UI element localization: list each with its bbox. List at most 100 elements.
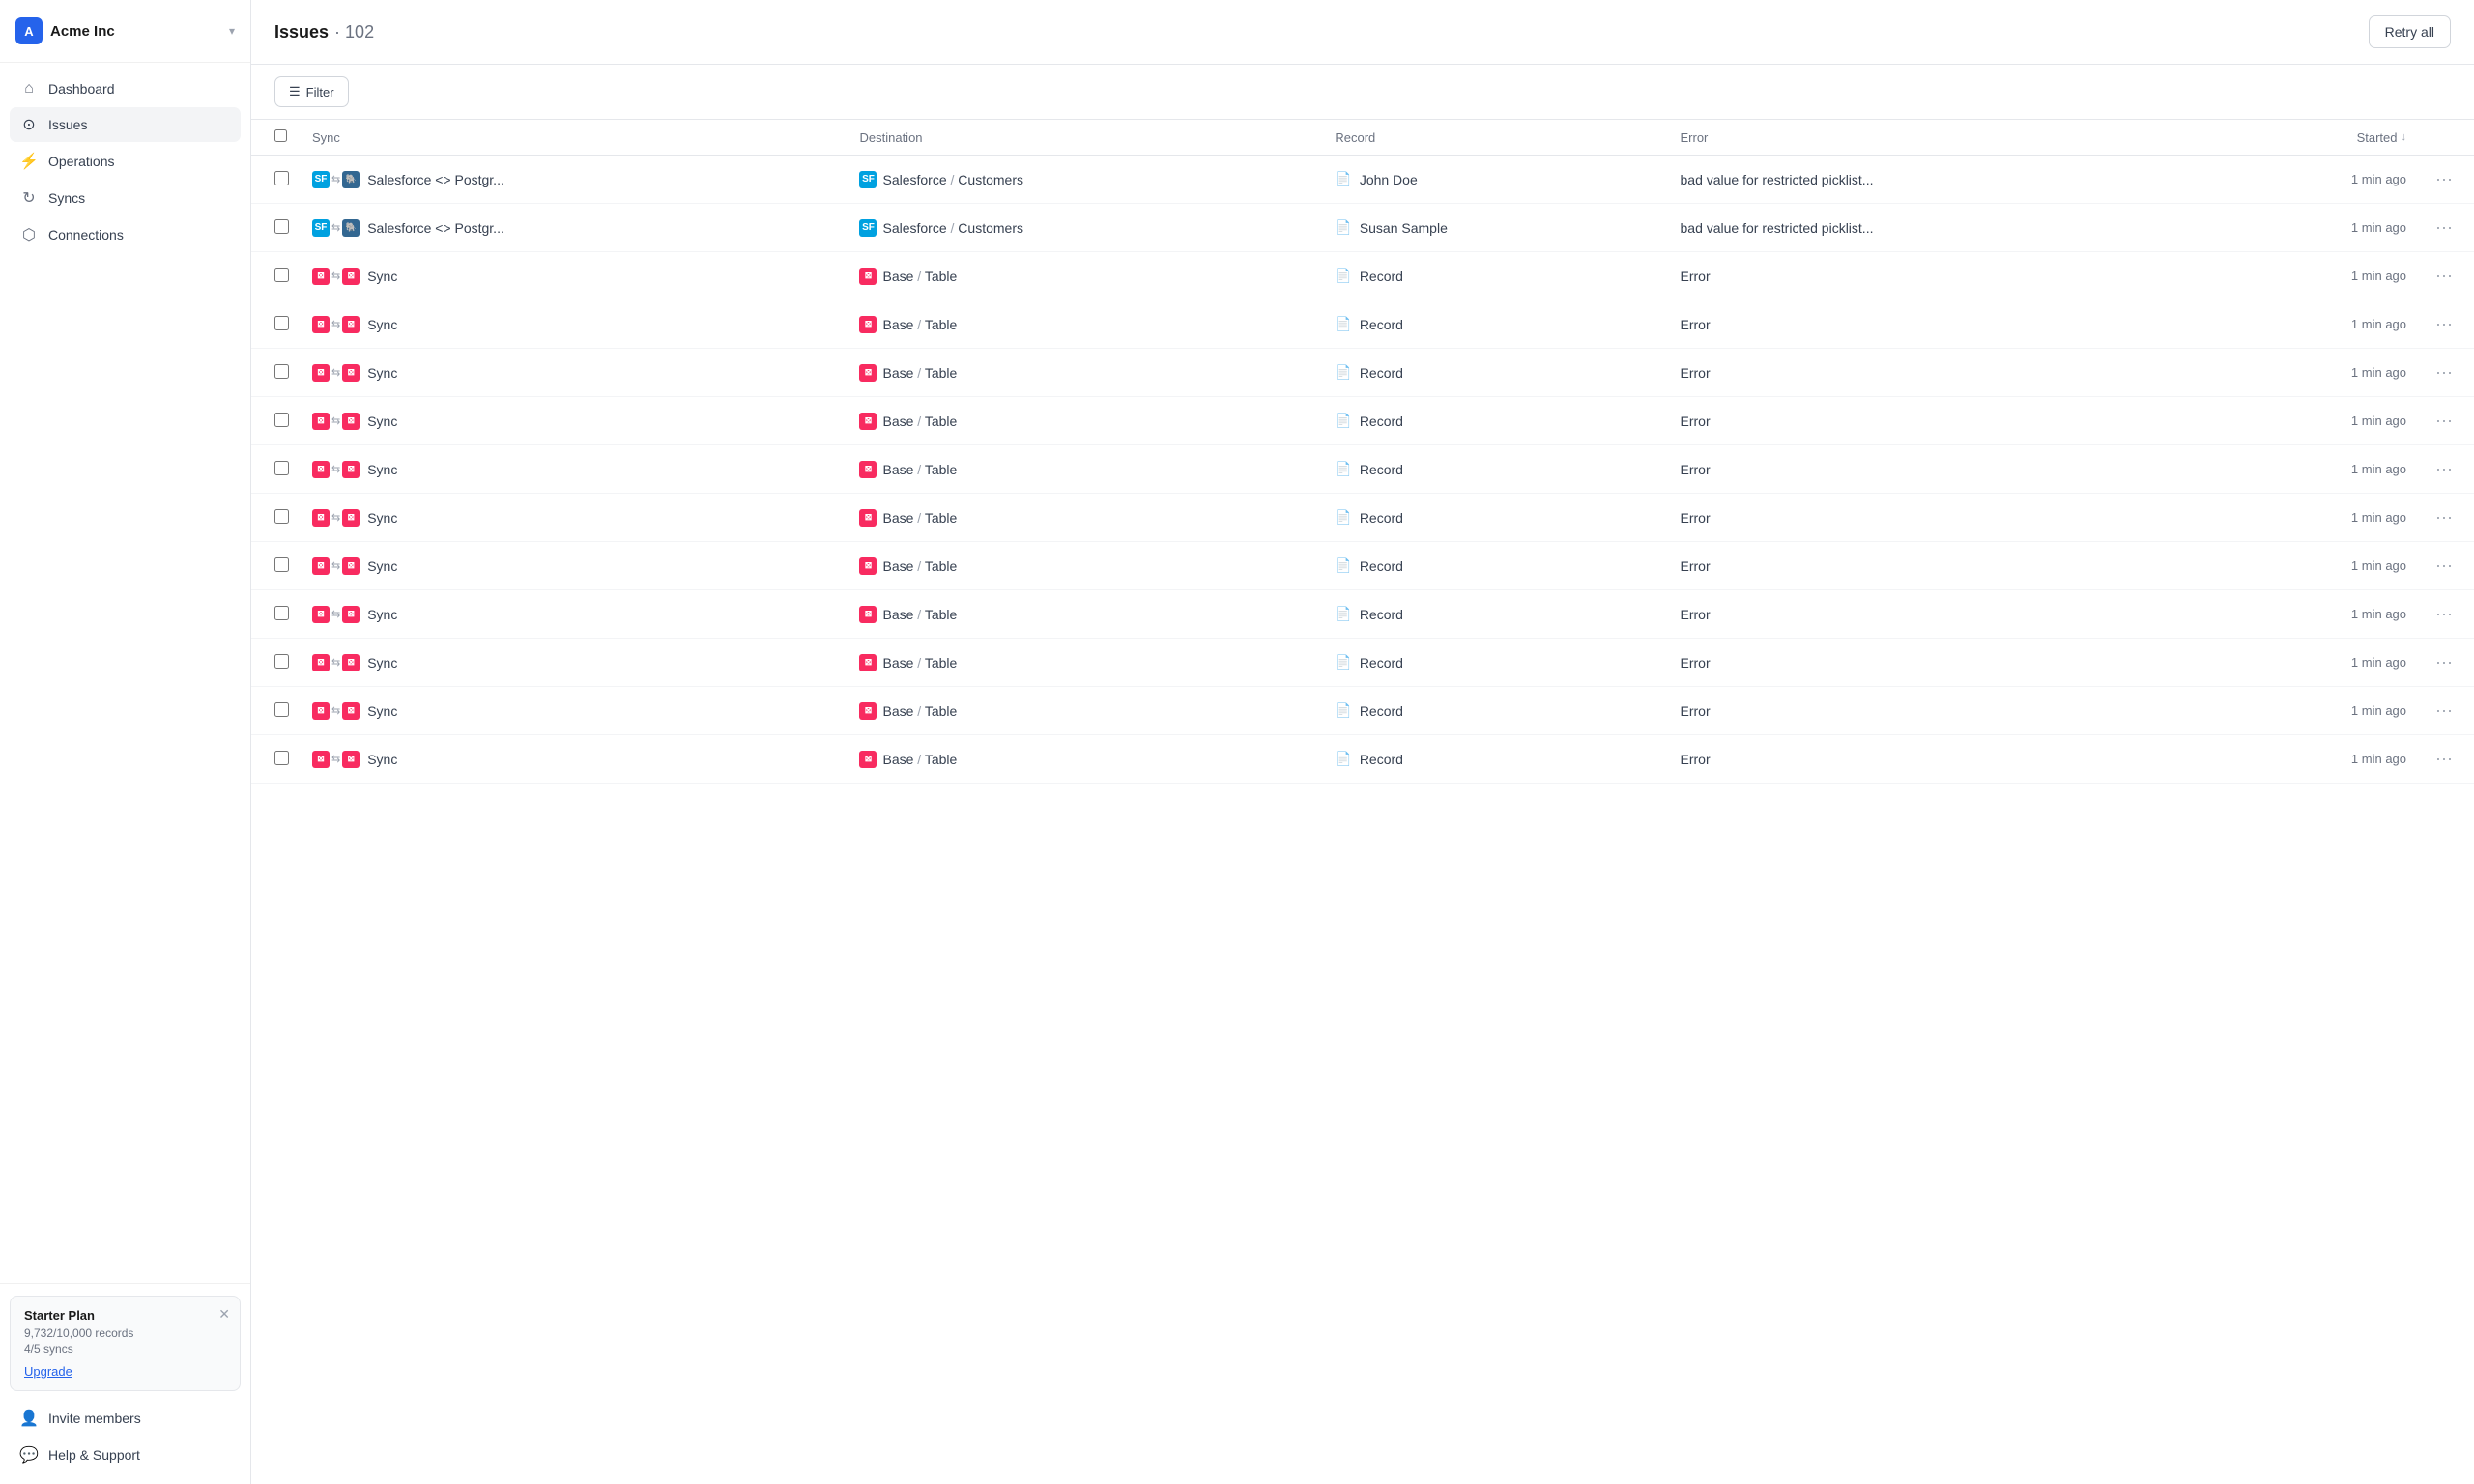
error-text: Error: [1681, 269, 1711, 284]
sync-label: Sync: [367, 269, 397, 284]
filter-button[interactable]: ☰ Filter: [274, 76, 349, 107]
sidebar-item-label: Dashboard: [48, 81, 115, 97]
sidebar-item-operations[interactable]: ⚡Operations: [10, 144, 241, 179]
error-cell: Error: [1669, 494, 2219, 542]
row-actions-button[interactable]: ···: [2430, 312, 2459, 336]
error-cell: bad value for restricted picklist...: [1669, 204, 2219, 252]
destination-cell: ⊠ Base / Table: [848, 300, 1323, 349]
actions-cell: ···: [2418, 687, 2474, 735]
record-value: Record: [1360, 558, 1403, 574]
actions-cell: ···: [2418, 542, 2474, 590]
row-checkbox[interactable]: [274, 557, 289, 572]
row-checkbox[interactable]: [274, 702, 289, 717]
row-actions-button[interactable]: ···: [2430, 650, 2459, 674]
bottom-nav-item-help[interactable]: 💬Help & Support: [10, 1438, 241, 1472]
table-row: ⊠ ⇆ ⊠ Sync ⊠ Base / Table 📄 Record: [251, 639, 2474, 687]
sidebar-item-connections[interactable]: ⬡Connections: [10, 217, 241, 252]
record-cell: 📄 Record: [1323, 397, 1668, 445]
row-checkbox[interactable]: [274, 509, 289, 524]
sync-arrow-icon: ⇆: [331, 173, 340, 186]
error-cell: Error: [1669, 687, 2219, 735]
row-actions-button[interactable]: ···: [2430, 360, 2459, 385]
sync-label: Sync: [367, 752, 397, 767]
started-value: 1 min ago: [2351, 510, 2406, 525]
row-actions-button[interactable]: ···: [2430, 215, 2459, 240]
sync-arrow-icon: ⇆: [331, 511, 340, 524]
row-checkbox-cell: [251, 639, 301, 687]
select-all-checkbox[interactable]: [274, 129, 287, 142]
error-text: Error: [1681, 703, 1711, 719]
destination-text: Base / Table: [882, 752, 957, 767]
row-actions-button[interactable]: ···: [2430, 264, 2459, 288]
destination-text: Base / Table: [882, 317, 957, 332]
row-actions-button[interactable]: ···: [2430, 554, 2459, 578]
row-checkbox[interactable]: [274, 316, 289, 330]
destination-text: Base / Table: [882, 607, 957, 622]
row-checkbox[interactable]: [274, 606, 289, 620]
row-checkbox[interactable]: [274, 171, 289, 186]
sidebar-item-dashboard[interactable]: ⌂Dashboard: [10, 72, 241, 105]
issues-table-container: Sync Destination Record Error Started ↓: [251, 120, 2474, 1484]
airtable-icon-left: ⊠: [312, 268, 330, 285]
sidebar-item-syncs[interactable]: ↻Syncs: [10, 181, 241, 215]
row-actions-button[interactable]: ···: [2430, 699, 2459, 723]
table-row: ⊠ ⇆ ⊠ Sync ⊠ Base / Table 📄 Record: [251, 252, 2474, 300]
col-started[interactable]: Started ↓: [2219, 120, 2418, 156]
plan-syncs: 4/5 syncs: [24, 1342, 226, 1356]
error-cell: Error: [1669, 639, 2219, 687]
bottom-nav-item-invite[interactable]: 👤Invite members: [10, 1401, 241, 1436]
col-record: Record: [1323, 120, 1668, 156]
upgrade-link[interactable]: Upgrade: [24, 1364, 72, 1379]
salesforce-icon: SF: [312, 219, 330, 237]
error-cell: Error: [1669, 542, 2219, 590]
table-row: ⊠ ⇆ ⊠ Sync ⊠ Base / Table 📄 Record: [251, 397, 2474, 445]
error-text: Error: [1681, 558, 1711, 574]
row-checkbox-cell: [251, 252, 301, 300]
sidebar-item-issues[interactable]: ⊙Issues: [10, 107, 241, 142]
bottom-nav: 👤Invite members💬Help & Support: [10, 1401, 241, 1472]
error-text: bad value for restricted picklist...: [1681, 220, 1874, 236]
sync-label: Sync: [367, 365, 397, 381]
sync-label: Sync: [367, 607, 397, 622]
row-actions-button[interactable]: ···: [2430, 457, 2459, 481]
actions-cell: ···: [2418, 349, 2474, 397]
row-checkbox[interactable]: [274, 654, 289, 669]
airtable-icon-right: ⊠: [342, 751, 360, 768]
row-actions-button[interactable]: ···: [2430, 505, 2459, 529]
row-actions-button[interactable]: ···: [2430, 409, 2459, 433]
plan-card: ✕ Starter Plan 9,732/10,000 records 4/5 …: [10, 1296, 241, 1391]
sync-label: Salesforce <> Postgr...: [367, 172, 504, 187]
dest-salesforce-icon: SF: [859, 171, 877, 188]
sync-cell: ⊠ ⇆ ⊠ Sync: [301, 687, 848, 735]
dest-airtable-icon: ⊠: [859, 509, 877, 527]
postgres-icon: 🐘: [342, 219, 360, 237]
retry-all-button[interactable]: Retry all: [2369, 15, 2451, 48]
help-icon: 💬: [19, 1445, 39, 1465]
row-actions-button[interactable]: ···: [2430, 747, 2459, 771]
page-title-text: Issues: [274, 22, 329, 43]
dest-airtable-icon: ⊠: [859, 364, 877, 382]
airtable-icon-left: ⊠: [312, 413, 330, 430]
plan-close-icon[interactable]: ✕: [218, 1306, 230, 1323]
row-actions-button[interactable]: ···: [2430, 602, 2459, 626]
actions-cell: ···: [2418, 156, 2474, 204]
row-actions-button[interactable]: ···: [2430, 167, 2459, 191]
row-checkbox[interactable]: [274, 461, 289, 475]
row-checkbox[interactable]: [274, 751, 289, 765]
destination-cell: ⊠ Base / Table: [848, 494, 1323, 542]
row-checkbox[interactable]: [274, 413, 289, 427]
row-checkbox[interactable]: [274, 219, 289, 234]
sync-cell: ⊠ ⇆ ⊠ Sync: [301, 349, 848, 397]
record-value: John Doe: [1360, 172, 1418, 187]
record-cell: 📄 Record: [1323, 300, 1668, 349]
destination-cell: ⊠ Base / Table: [848, 397, 1323, 445]
table-row: SF ⇆ 🐘 Salesforce <> Postgr... SF Salesf…: [251, 204, 2474, 252]
plan-title: Starter Plan: [24, 1308, 226, 1323]
col-checkbox: [251, 120, 301, 156]
row-checkbox[interactable]: [274, 364, 289, 379]
actions-cell: ···: [2418, 252, 2474, 300]
company-header[interactable]: A Acme Inc ▾: [0, 0, 250, 63]
dest-airtable-icon: ⊠: [859, 751, 877, 768]
row-checkbox[interactable]: [274, 268, 289, 282]
record-cell: 📄 Record: [1323, 349, 1668, 397]
